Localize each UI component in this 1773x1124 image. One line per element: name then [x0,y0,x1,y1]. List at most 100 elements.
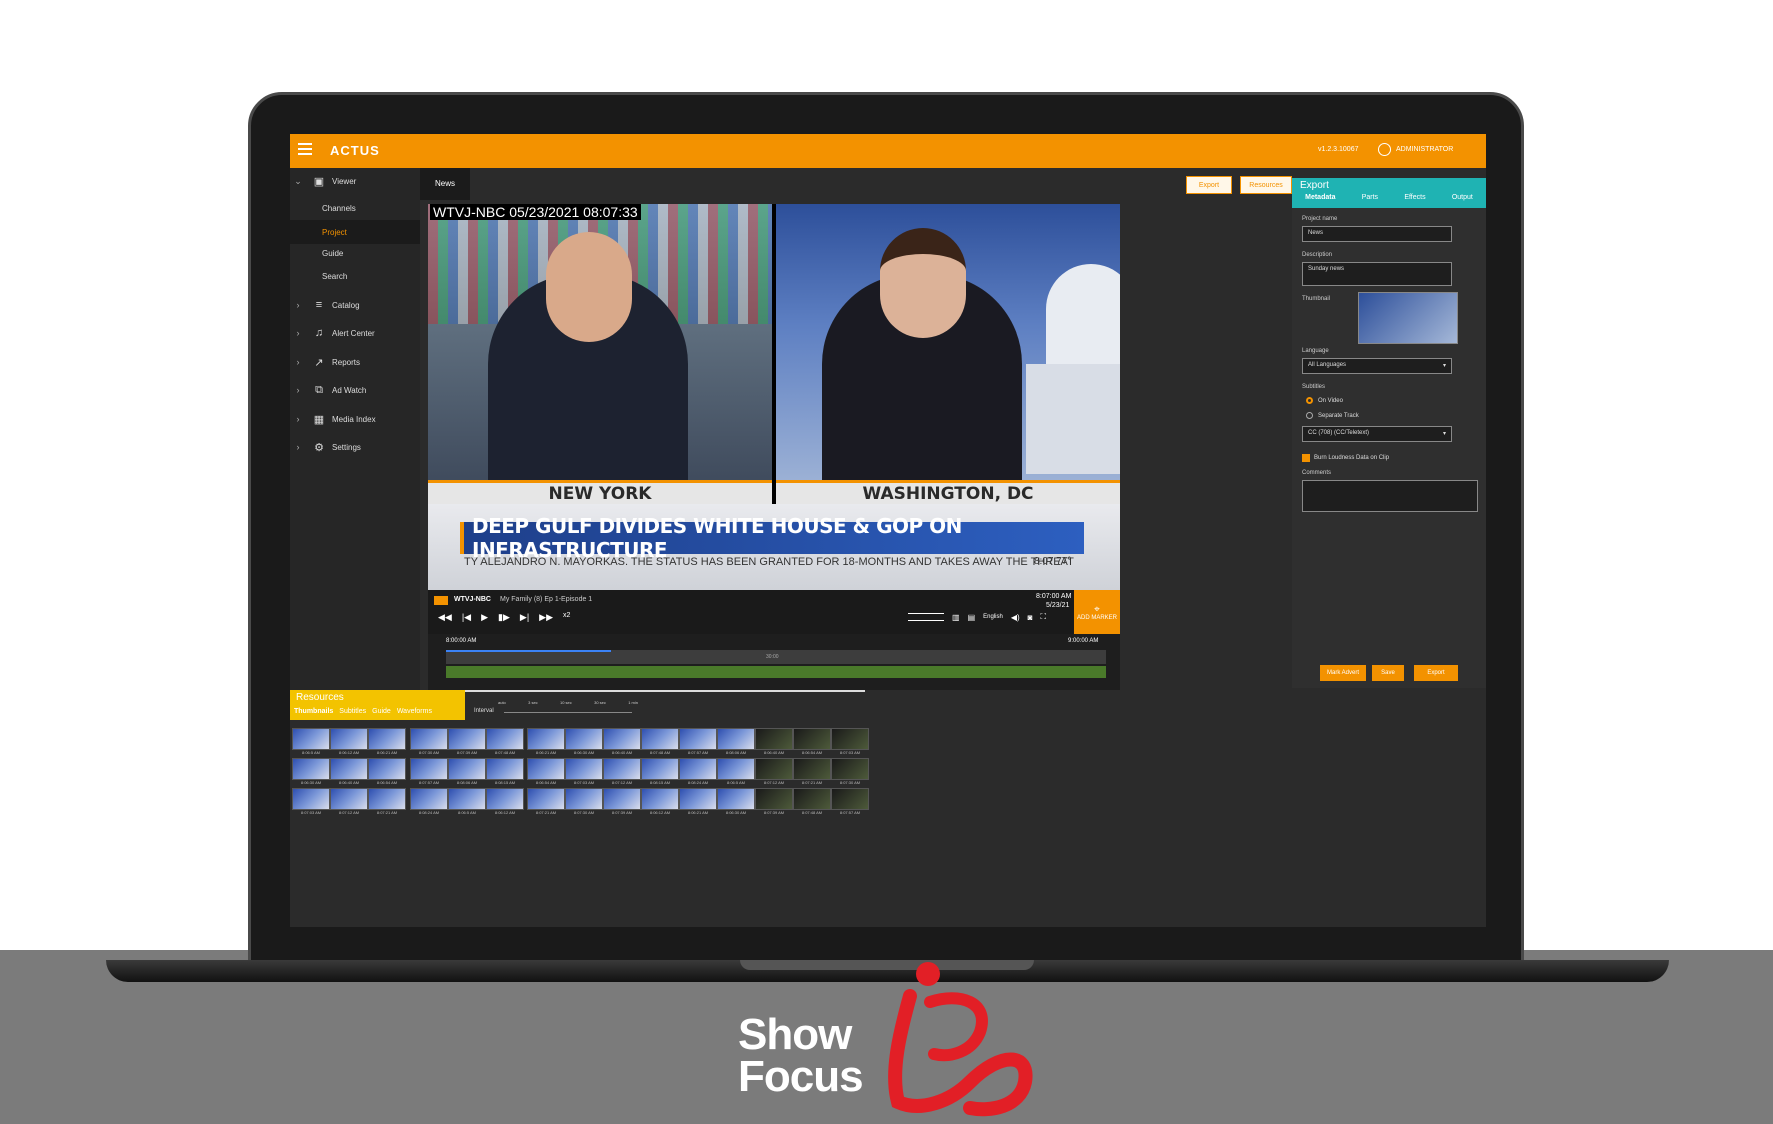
sidebar-item-catalog[interactable]: › ≡ Catalog [290,294,420,316]
video-player[interactable]: NEW YORK WASHINGTON, DC WTVJ-NBC 05/23/2… [428,204,1120,590]
thumbnail-item[interactable]: 8:07:30 AM [565,788,603,816]
sidebar-item-ad-watch[interactable]: › ⧉ Ad Watch [290,379,420,401]
thumbnail-item[interactable]: 8:06:40 AM [603,728,641,756]
sidebar-item-reports[interactable]: › ↗ Reports [290,351,420,373]
thumbnail-item[interactable]: 8:08:06 AM [448,758,486,786]
thumbnail-item[interactable]: 8:06:21 AM [368,728,406,756]
thumbnail-item[interactable]: 8:07:21 AM [793,758,831,786]
thumbnail-item[interactable]: 8:07:30 AM [831,758,869,786]
interval-3sec[interactable]: 3 sec [528,700,538,705]
interval-slider[interactable] [504,712,632,713]
thumbnail-item[interactable]: 8:06:5 AM [292,728,330,756]
comments-input[interactable] [1302,480,1478,512]
thumbnail-item[interactable]: 8:08:24 AM [410,788,448,816]
sidebar-subitem-project[interactable]: Project [290,220,420,244]
fullscreen-icon[interactable]: ⛶ [1040,612,1046,622]
interval-1min[interactable]: 1 min [628,700,638,705]
add-marker-button[interactable]: ⌖ ADD MARKER [1074,590,1120,634]
playback-speed[interactable]: x2 [563,612,570,623]
tab-parts[interactable]: Parts [1362,194,1378,208]
thumbnail-item[interactable]: 8:07:12 AM [603,758,641,786]
export-button[interactable]: Export [1414,665,1458,681]
interval-30sec[interactable]: 30 sec [594,700,606,705]
sidebar-item-settings[interactable]: › ⚙ Settings [290,436,420,458]
play-icon[interactable]: ▶ [481,612,488,623]
thumbnail-item[interactable]: 8:07:03 AM [565,758,603,786]
tab-metadata[interactable]: Metadata [1305,194,1335,208]
thumbnail-item[interactable]: 8:06:40 AM [755,728,793,756]
thumbnail-item[interactable]: 8:07:57 AM [831,788,869,816]
resources-toggle-button[interactable]: Resources [1240,176,1292,194]
step-frame-icon[interactable]: ▮▶ [498,612,510,623]
thumbnail-item[interactable]: 8:07:48 AM [641,728,679,756]
menu-icon[interactable] [298,143,312,155]
thumbnail-item[interactable]: 8:06:40 AM [330,758,368,786]
camera-icon[interactable]: ◙ [1028,613,1033,622]
thumbnail-item[interactable]: 8:06:21 AM [527,728,565,756]
tab-waveforms[interactable]: Waveforms [397,708,432,715]
thumbnail-item[interactable]: 8:07:57 AM [679,728,717,756]
thumbnail-item[interactable]: 8:08:24 AM [679,758,717,786]
radio-on-video[interactable] [1306,397,1313,404]
timeline-track[interactable]: 30:00 [446,650,1106,664]
sidebar-subitem-guide[interactable]: Guide [322,249,343,258]
thumbnail-item[interactable]: 8:08:15 AM [486,758,524,786]
sidebar-item-viewer[interactable]: ⌄ ▣ Viewer [290,170,420,192]
thumbnail-item[interactable]: 8:07:39 AM [448,728,486,756]
radio-separate-track[interactable] [1306,412,1313,419]
user-menu[interactable]: ADMINISTRATOR [1378,143,1453,156]
thumbnail-item[interactable]: 8:07:21 AM [368,788,406,816]
project-name-input[interactable]: News [1302,226,1452,242]
tab-thumbnails[interactable]: Thumbnails [294,708,333,715]
description-input[interactable]: Sunday news [1302,262,1452,286]
thumbnail-item[interactable]: 8:07:39 AM [755,788,793,816]
tab-subtitles[interactable]: Subtitles [339,708,366,715]
thumbnail-item[interactable]: 8:06:5 AM [717,758,755,786]
thumbnail-item[interactable]: 8:07:57 AM [410,758,448,786]
sidebar-item-media-index[interactable]: › ▦ Media Index [290,408,420,430]
export-toggle-button[interactable]: Export [1186,176,1232,194]
skip-back-icon[interactable]: |◀ [462,612,471,623]
interval-auto[interactable]: auto [498,700,506,705]
captions-icon[interactable]: ▤ [968,613,976,622]
save-button[interactable]: Save [1372,665,1404,681]
sidebar-subitem-channels[interactable]: Channels [322,204,356,213]
thumbnail-item[interactable]: 8:06:30 AM [565,728,603,756]
thumbnail-item[interactable]: 8:07:21 AM [527,788,565,816]
cc-select[interactable]: CC (708) (CC/Teletext) ▾ [1302,426,1452,442]
thumbnail-item[interactable]: 8:07:12 AM [755,758,793,786]
thumbnail-item[interactable]: 8:06:54 AM [527,758,565,786]
interval-10sec[interactable]: 10 sec [560,700,572,705]
tab-news[interactable]: News [420,168,470,200]
thumbnail-item[interactable]: 8:06:30 AM [717,788,755,816]
audio-language[interactable]: English [983,614,1003,620]
thumbnail-item[interactable]: 8:06:54 AM [368,758,406,786]
thumbnail-item[interactable]: 8:06:12 AM [330,728,368,756]
thumbnail-item[interactable]: 8:07:48 AM [486,728,524,756]
thumbnail-item[interactable]: 8:06:21 AM [679,788,717,816]
skip-forward-icon[interactable]: ▶| [520,612,529,623]
mark-advert-button[interactable]: Mark Advert [1320,665,1366,681]
thumbnail-item[interactable]: 8:07:30 AM [410,728,448,756]
tab-effects[interactable]: Effects [1404,194,1425,208]
language-select[interactable]: All Languages ▾ [1302,358,1452,374]
volume-icon[interactable]: ◀) [1011,613,1020,622]
thumbnail-item[interactable]: 8:07:03 AM [831,728,869,756]
thumbnail-item[interactable]: 8:06:54 AM [793,728,831,756]
thumbnail-item[interactable]: 8:06:30 AM [292,758,330,786]
thumbnail-item[interactable]: 8:06:12 AM [641,788,679,816]
thumbnail-item[interactable]: 8:07:39 AM [603,788,641,816]
fast-forward-icon[interactable]: ▶▶ [539,612,553,623]
tab-output[interactable]: Output [1452,194,1473,208]
burn-loudness-checkbox[interactable] [1302,454,1310,462]
layout-icon[interactable]: ▥ [952,613,960,622]
thumbnail-item[interactable]: 8:08:15 AM [641,758,679,786]
thumbnail-preview[interactable] [1358,292,1458,344]
thumbnail-item[interactable]: 8:07:48 AM [793,788,831,816]
sidebar-item-alert-center[interactable]: › ♫ Alert Center [290,322,420,344]
thumbnail-item[interactable]: 8:06:12 AM [486,788,524,816]
thumbnail-item[interactable]: 8:07:12 AM [330,788,368,816]
tab-guide[interactable]: Guide [372,708,391,715]
rewind-icon[interactable]: ◀◀ [438,612,452,623]
thumbnail-item[interactable]: 8:08:06 AM [717,728,755,756]
